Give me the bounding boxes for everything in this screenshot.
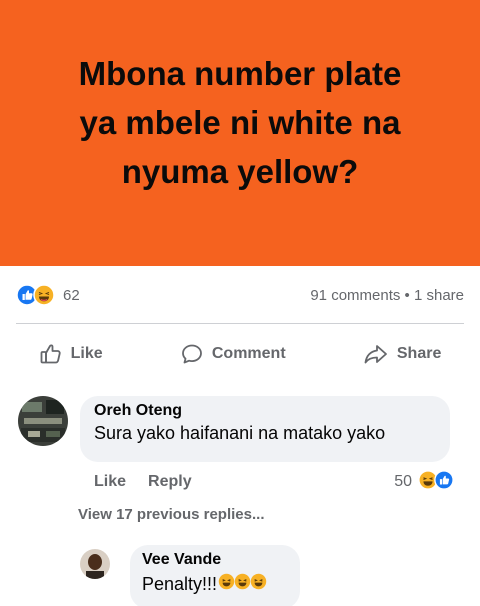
comments-share-count[interactable]: 91 comments • 1 share	[310, 287, 464, 304]
comment-label: Comment	[211, 345, 286, 362]
comment-like-link[interactable]: Like	[94, 473, 126, 491]
reply-text: Penalty!!!	[142, 573, 218, 594]
comment-text: Sura yako haifanani na matako yako	[94, 423, 386, 443]
avatar[interactable]	[18, 396, 68, 446]
laughing-emoji-icon	[218, 573, 235, 595]
share-arrow-icon	[363, 342, 389, 366]
post-reactions[interactable]: 62	[16, 284, 80, 306]
banner-line: Mbona number plate	[78, 54, 402, 92]
like-label: Like	[70, 345, 103, 362]
reactions-summary-row: 62 91 comments • 1 share	[16, 280, 464, 310]
comment-reaction-count: 50	[394, 473, 412, 490]
reply-author[interactable]: Vee Vande	[142, 551, 288, 569]
banner-line: nyuma yellow?	[121, 152, 359, 190]
reaction-count: 62	[63, 286, 80, 304]
reply-bubble: Vee Vande Penalty!!!	[130, 545, 300, 606]
post-actions: Like Comment Share	[0, 336, 480, 372]
post-banner: Mbona number plate ya mbele ni white na …	[0, 0, 480, 266]
comment: Oreh Oteng Sura yako haifanani na matako…	[18, 396, 450, 462]
laughing-emoji-icon	[234, 573, 251, 595]
laughing-emoji-icon	[250, 573, 267, 595]
avatar[interactable]	[80, 549, 110, 579]
reply: Vee Vande Penalty!!!	[80, 545, 300, 606]
comment-reply-link[interactable]: Reply	[148, 473, 192, 491]
comment-button[interactable]: Comment	[172, 338, 294, 370]
speech-bubble-icon	[180, 342, 204, 366]
share-label: Share	[396, 345, 442, 362]
reply-text-row: Penalty!!!	[142, 573, 288, 595]
post-banner-text: Mbona number plate ya mbele ni white na …	[30, 49, 450, 196]
share-button[interactable]: Share	[355, 338, 449, 370]
comment-author[interactable]: Oreh Oteng	[94, 402, 436, 420]
view-previous-replies-link[interactable]: View 17 previous replies...	[78, 506, 264, 523]
comment-bubble: Oreh Oteng Sura yako haifanani na matako…	[80, 396, 450, 462]
like-reaction-icon	[434, 469, 454, 495]
haha-reaction-icon	[33, 284, 55, 306]
comment-actions: Like Reply 50	[94, 469, 454, 495]
comment-reactions[interactable]: 50	[394, 469, 454, 495]
banner-line: ya mbele ni white na	[79, 103, 401, 141]
like-button[interactable]: Like	[31, 338, 111, 370]
thumbs-up-icon	[39, 342, 63, 366]
divider	[16, 323, 464, 324]
reply-emojis	[218, 573, 267, 595]
